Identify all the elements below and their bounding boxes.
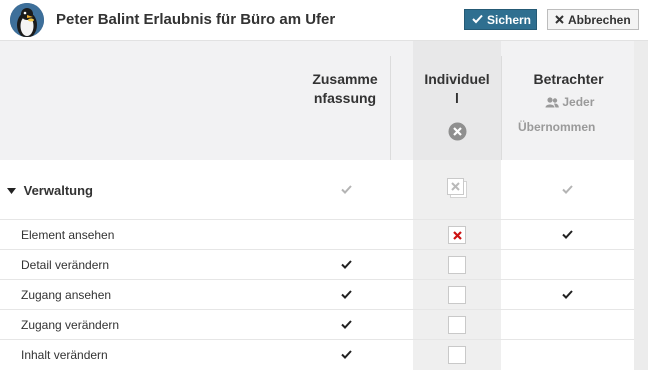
- penguin-avatar-icon: [10, 3, 44, 37]
- cancel-button[interactable]: Abbrechen: [547, 9, 639, 30]
- mixed-state-checkbox[interactable]: [447, 178, 467, 198]
- check-icon: [557, 284, 577, 304]
- permissions-table: Zusamme nfassung Individuel l Betrachter…: [0, 41, 648, 370]
- table-row: Zugang ansehen: [0, 280, 634, 310]
- scrollbar-track[interactable]: [634, 41, 648, 370]
- permission-label: Inhalt verändern: [21, 348, 108, 362]
- viewer-scope-label: Jeder: [562, 95, 595, 109]
- permission-label: Zugang verändern: [21, 318, 120, 332]
- check-icon: [336, 179, 356, 199]
- table-row: Detail verändern: [0, 250, 634, 280]
- viewer-inherited-label: Übernommen: [518, 120, 596, 134]
- check-icon: [557, 224, 577, 244]
- column-divider: [501, 56, 502, 160]
- permission-label: Zugang ansehen: [21, 288, 112, 302]
- individual-checkbox[interactable]: [447, 285, 467, 305]
- column-header-individual-line1: Individuel: [424, 71, 490, 87]
- individual-checkbox[interactable]: [447, 315, 467, 335]
- column-header-summary-line2: nfassung: [313, 90, 377, 106]
- table-row-group[interactable]: Verwaltung: [0, 160, 634, 220]
- dialog-header: Peter Balint Erlaubnis für Büro am Ufer …: [0, 0, 648, 41]
- group-label: Verwaltung: [23, 183, 93, 198]
- column-header-individual-line2: l: [455, 90, 459, 106]
- check-icon: [336, 254, 356, 274]
- save-button[interactable]: Sichern: [464, 9, 537, 30]
- check-icon: [336, 284, 356, 304]
- check-icon: [472, 13, 483, 27]
- permission-label: Element ansehen: [21, 228, 115, 242]
- users-icon: [545, 97, 559, 111]
- table-row: Element ansehen: [0, 220, 634, 250]
- save-button-label: Sichern: [487, 12, 532, 27]
- individual-checkbox[interactable]: [447, 225, 467, 245]
- check-icon: [336, 344, 356, 364]
- individual-checkbox[interactable]: [447, 345, 467, 365]
- close-icon: [555, 13, 564, 27]
- individual-checkbox[interactable]: [447, 255, 467, 275]
- cancel-button-label: Abbrechen: [568, 12, 631, 27]
- viewer-scope: Jeder: [545, 95, 594, 111]
- column-header-summary: Zusamme nfassung: [300, 70, 390, 108]
- group-toggle[interactable]: Verwaltung: [7, 183, 93, 198]
- deny-mixed-icon: [451, 182, 460, 191]
- column-divider: [390, 56, 391, 160]
- permission-label: Detail verändern: [21, 258, 110, 272]
- check-icon: [336, 314, 356, 334]
- page-title: Peter Balint Erlaubnis für Büro am Ufer: [56, 11, 336, 28]
- table-row: Inhalt verändern: [0, 340, 634, 369]
- clear-individual-icon[interactable]: [448, 122, 467, 141]
- caret-down-icon: [7, 183, 16, 198]
- column-header-viewer: Betrachter: [533, 71, 604, 87]
- column-header-summary-line1: Zusamme: [312, 71, 378, 87]
- avatar: [10, 3, 44, 37]
- column-header-individual: Individuel l: [413, 70, 501, 108]
- deny-icon: [452, 230, 462, 240]
- check-icon: [557, 179, 577, 199]
- table-row: Zugang verändern: [0, 310, 634, 340]
